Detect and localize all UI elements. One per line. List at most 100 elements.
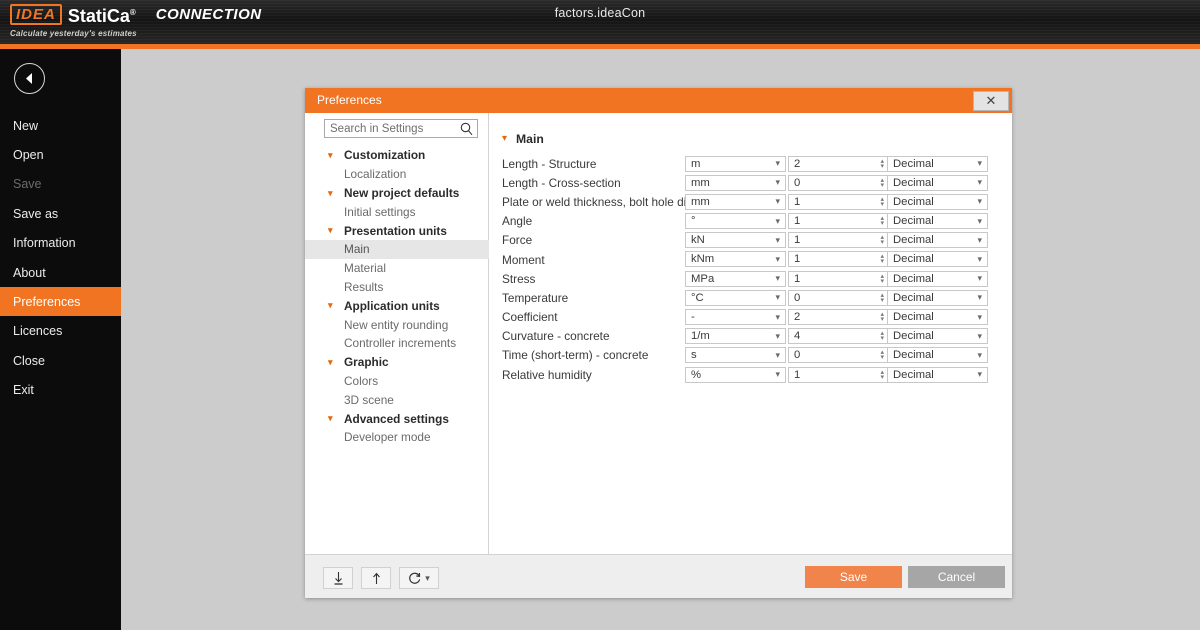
tree-item-developer-mode[interactable]: Developer mode: [305, 428, 489, 447]
chevron-down-icon: ▾: [328, 358, 333, 367]
close-icon[interactable]: ✕: [973, 91, 1009, 111]
tree-item-new-entity-rounding[interactable]: New entity rounding: [305, 315, 489, 334]
back-button[interactable]: [14, 63, 45, 94]
tree-item-new-project-defaults[interactable]: ▾New project defaults: [305, 184, 489, 203]
cancel-button[interactable]: Cancel: [908, 566, 1005, 588]
stepper-arrows-icon[interactable]: ▴▾: [880, 254, 884, 264]
unit-value: kNm: [691, 253, 775, 265]
stepper-arrows-icon[interactable]: ▴▾: [880, 293, 884, 303]
import-settings-button[interactable]: [323, 567, 353, 589]
tree-item-advanced-settings[interactable]: ▾Advanced settings: [305, 409, 489, 428]
decimal-digits-stepper[interactable]: 0▴▾: [788, 290, 889, 306]
tree-item-material[interactable]: Material: [305, 259, 489, 278]
decimal-digits-stepper[interactable]: 1▴▾: [788, 271, 889, 287]
sidebar-item-label: About: [13, 266, 46, 280]
unit-select[interactable]: mm▾: [685, 175, 786, 191]
stepper-arrows-icon[interactable]: ▴▾: [880, 159, 884, 169]
tree-item-main[interactable]: Main: [305, 240, 489, 259]
tree-item-initial-settings[interactable]: Initial settings: [305, 202, 489, 221]
stepper-arrows-icon[interactable]: ▴▾: [880, 370, 884, 380]
tree-item-customization[interactable]: ▾Customization: [305, 146, 489, 165]
stepper-arrows-icon[interactable]: ▴▾: [880, 331, 884, 341]
search-input[interactable]: [330, 123, 460, 135]
tree-item-presentation-units[interactable]: ▾Presentation units: [305, 221, 489, 240]
stepper-arrows-icon[interactable]: ▴▾: [880, 312, 884, 322]
decimal-digits-stepper[interactable]: 1▴▾: [788, 251, 889, 267]
decimal-digits-stepper[interactable]: 2▴▾: [788, 156, 889, 172]
decimal-digits-stepper[interactable]: 1▴▾: [788, 213, 889, 229]
chevron-down-icon: ▾: [775, 293, 780, 302]
tree-item-localization[interactable]: Localization: [305, 165, 489, 184]
number-format-select[interactable]: Decimal▾: [887, 156, 988, 172]
stepper-arrows-icon[interactable]: ▴▾: [880, 178, 884, 188]
tree-item-results[interactable]: Results: [305, 278, 489, 297]
decimal-digits-stepper[interactable]: 0▴▾: [788, 347, 889, 363]
number-format-select[interactable]: Decimal▾: [887, 232, 988, 248]
chevron-down-icon: ▾: [775, 255, 780, 264]
decimal-digits-stepper[interactable]: 1▴▾: [788, 367, 889, 383]
application-title-bar: IDEA StatiCa® CONNECTION Calculate yeste…: [0, 0, 1200, 44]
number-format-select[interactable]: Decimal▾: [887, 194, 988, 210]
stepper-arrows-icon[interactable]: ▴▾: [880, 235, 884, 245]
number-format-select[interactable]: Decimal▾: [887, 271, 988, 287]
decimal-digits-stepper[interactable]: 4▴▾: [788, 328, 889, 344]
search-box[interactable]: [324, 119, 478, 138]
save-button[interactable]: Save: [805, 566, 902, 588]
chevron-down-icon: ▾: [502, 134, 507, 144]
unit-select[interactable]: °▾: [685, 213, 786, 229]
reset-settings-button[interactable]: ▾: [399, 567, 439, 589]
tree-item-application-units[interactable]: ▾Application units: [305, 296, 489, 315]
number-format-select[interactable]: Decimal▾: [887, 328, 988, 344]
number-format-select[interactable]: Decimal▾: [887, 175, 988, 191]
sidebar-item-about[interactable]: About: [0, 258, 121, 287]
stepper-arrows-icon[interactable]: ▴▾: [880, 197, 884, 207]
sidebar-item-open[interactable]: Open: [0, 140, 121, 169]
number-format-select[interactable]: Decimal▾: [887, 213, 988, 229]
decimal-digits-stepper[interactable]: 1▴▾: [788, 194, 889, 210]
sidebar-item-label: Save: [13, 177, 42, 191]
sidebar-item-exit[interactable]: Exit: [0, 376, 121, 405]
number-format-select[interactable]: Decimal▾: [887, 367, 988, 383]
unit-select[interactable]: kN▾: [685, 232, 786, 248]
sidebar-item-new[interactable]: New: [0, 111, 121, 140]
number-format-select[interactable]: Decimal▾: [887, 290, 988, 306]
tree-item-3d-scene[interactable]: 3D scene: [305, 390, 489, 409]
preferences-dialog: Preferences ✕ ▾CustomizationLocalization…: [305, 88, 1012, 598]
stepper-arrows-icon[interactable]: ▴▾: [880, 274, 884, 284]
unit-select[interactable]: %▾: [685, 367, 786, 383]
chevron-down-icon: ▾: [775, 197, 780, 206]
tree-item-controller-increments[interactable]: Controller increments: [305, 334, 489, 353]
export-settings-button[interactable]: [361, 567, 391, 589]
unit-select[interactable]: °C▾: [685, 290, 786, 306]
unit-select[interactable]: kNm▾: [685, 251, 786, 267]
sidebar-item-close[interactable]: Close: [0, 346, 121, 375]
chevron-down-icon: ▾: [775, 274, 780, 283]
section-header[interactable]: ▾ Main: [502, 132, 544, 146]
unit-select[interactable]: mm▾: [685, 194, 786, 210]
decimal-digits-stepper[interactable]: 1▴▾: [788, 232, 889, 248]
number-format-select[interactable]: Decimal▾: [887, 251, 988, 267]
section-header-label: Main: [516, 132, 544, 146]
stepper-arrows-icon[interactable]: ▴▾: [880, 216, 884, 226]
document-title: factors.ideaCon: [0, 6, 1200, 20]
stepper-arrows-icon[interactable]: ▴▾: [880, 350, 884, 360]
chevron-down-icon: ▾: [775, 178, 780, 187]
unit-select[interactable]: m▾: [685, 156, 786, 172]
chevron-left-icon: [25, 73, 34, 84]
sidebar-item-save-as[interactable]: Save as: [0, 199, 121, 228]
number-format-select[interactable]: Decimal▾: [887, 309, 988, 325]
number-format-select[interactable]: Decimal▾: [887, 347, 988, 363]
unit-select[interactable]: s▾: [685, 347, 786, 363]
unit-select[interactable]: -▾: [685, 309, 786, 325]
sidebar-item-information[interactable]: Information: [0, 229, 121, 258]
sidebar-item-label: Licences: [13, 324, 62, 338]
sidebar-item-preferences[interactable]: Preferences: [0, 287, 121, 316]
tree-item-graphic[interactable]: ▾Graphic: [305, 353, 489, 372]
decimal-digits-stepper[interactable]: 0▴▾: [788, 175, 889, 191]
decimal-digits-stepper[interactable]: 2▴▾: [788, 309, 889, 325]
sidebar-item-licences[interactable]: Licences: [0, 317, 121, 346]
tree-item-colors[interactable]: Colors: [305, 372, 489, 391]
unit-select[interactable]: 1/m▾: [685, 328, 786, 344]
backstage-sidebar: NewOpen Save Save asInformation About Prefer…: [0, 49, 121, 630]
unit-select[interactable]: MPa▾: [685, 271, 786, 287]
